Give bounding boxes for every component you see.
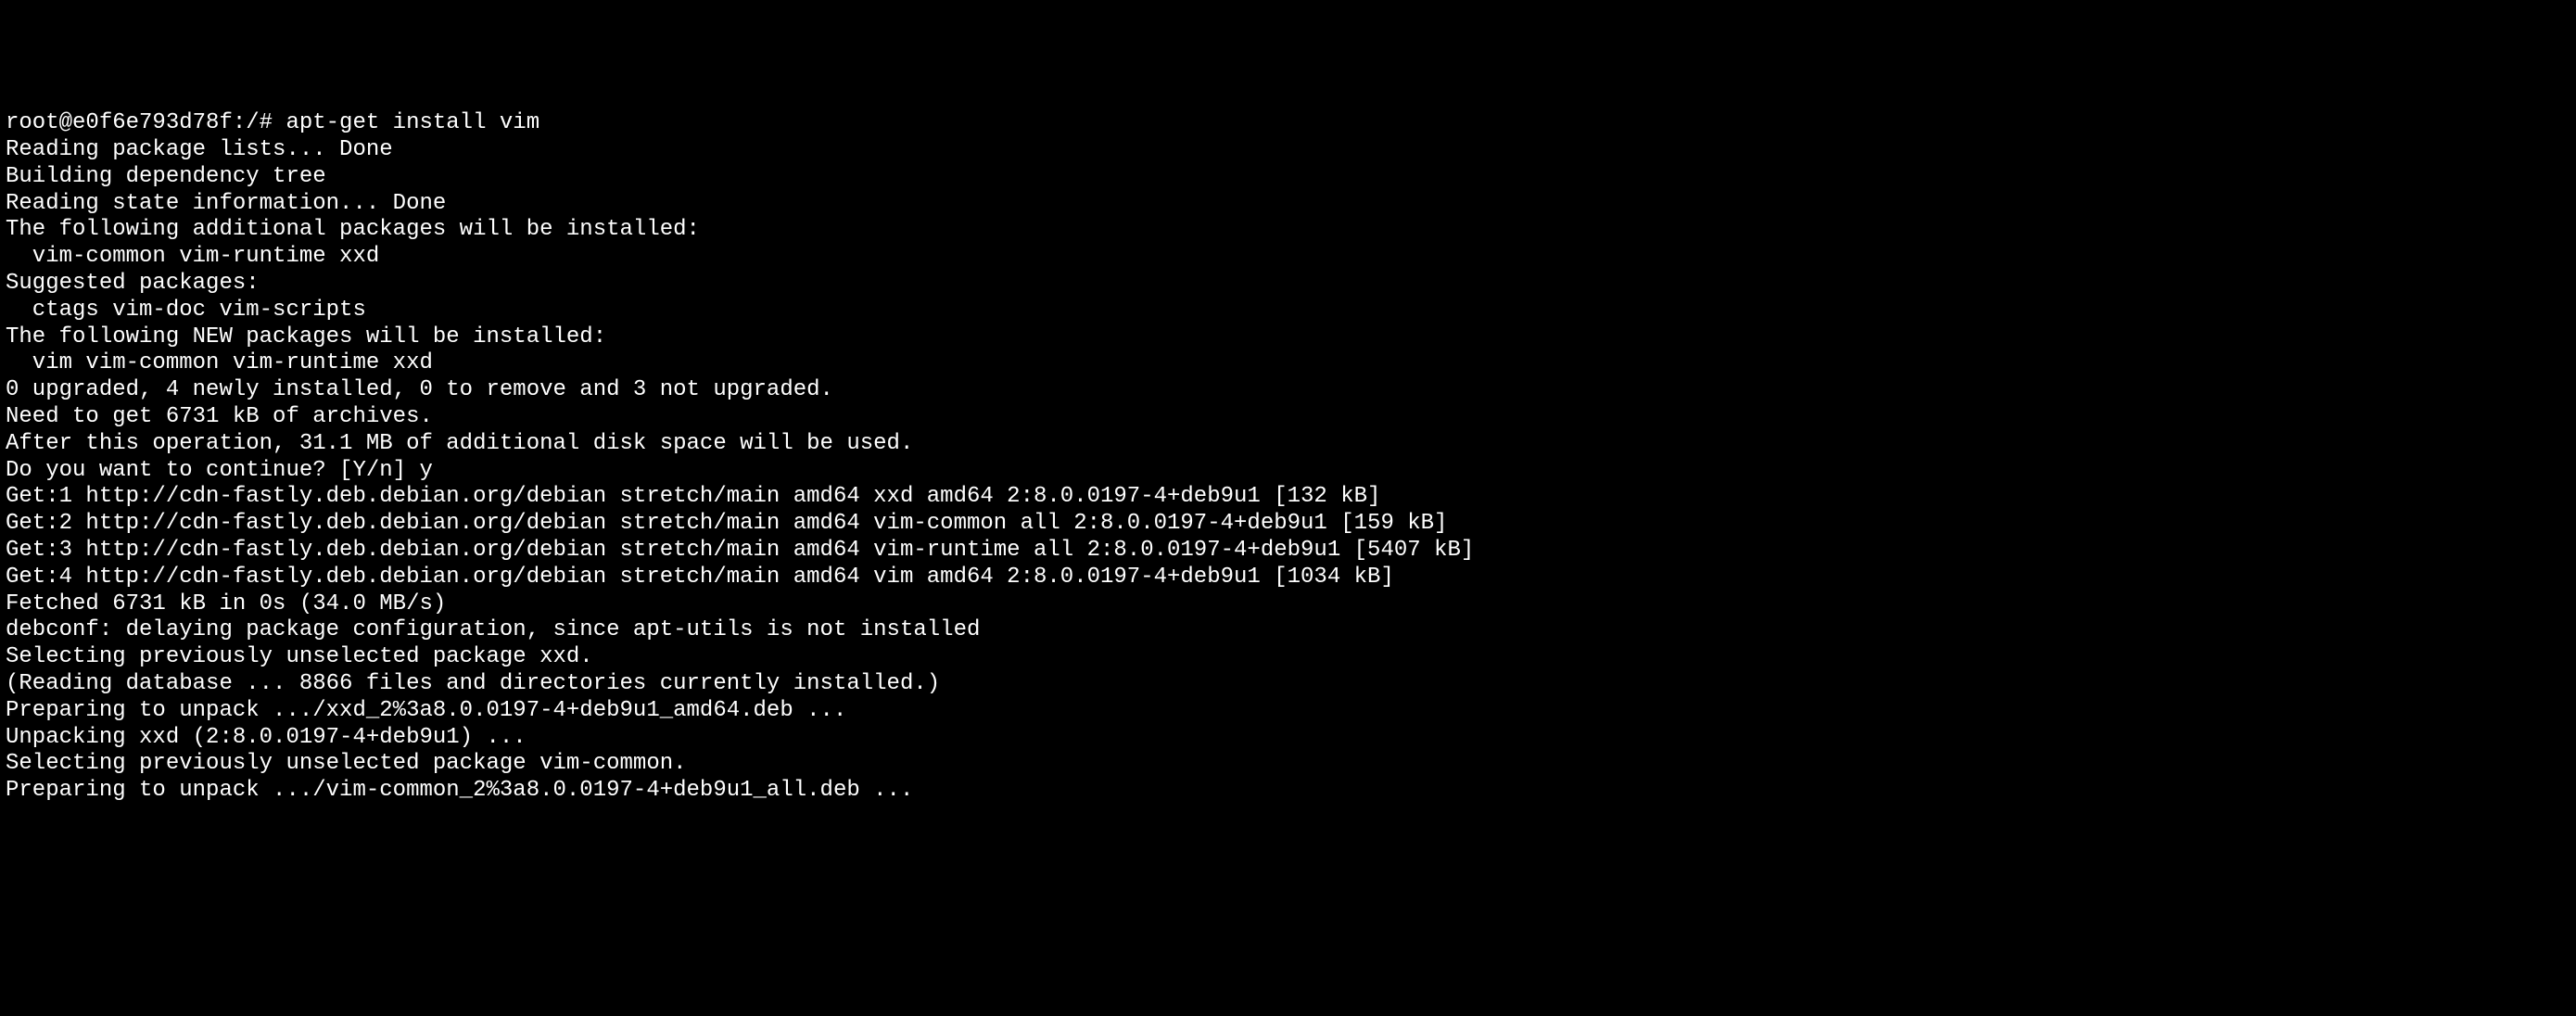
terminal-line: Suggested packages: (6, 271, 2570, 298)
terminal-line: 0 upgraded, 4 newly installed, 0 to remo… (6, 377, 2570, 404)
terminal-line: Do you want to continue? [Y/n] y (6, 458, 2570, 485)
terminal-line: Get:3 http://cdn-fastly.deb.debian.org/d… (6, 538, 2570, 565)
terminal-window[interactable]: root@e0f6e793d78f:/# apt-get install vim… (6, 110, 2570, 805)
terminal-line: Selecting previously unselected package … (6, 751, 2570, 778)
terminal-line: The following additional packages will b… (6, 217, 2570, 244)
terminal-line: Get:4 http://cdn-fastly.deb.debian.org/d… (6, 565, 2570, 591)
terminal-line: The following NEW packages will be insta… (6, 324, 2570, 351)
terminal-line: (Reading database ... 8866 files and dir… (6, 671, 2570, 698)
terminal-line: Reading state information... Done (6, 191, 2570, 218)
terminal-line: Fetched 6731 kB in 0s (34.0 MB/s) (6, 591, 2570, 618)
terminal-line: vim vim-common vim-runtime xxd (6, 350, 2570, 377)
terminal-line: Unpacking xxd (2:8.0.0197-4+deb9u1) ... (6, 725, 2570, 752)
terminal-line: debconf: delaying package configuration,… (6, 617, 2570, 644)
terminal-line: Get:2 http://cdn-fastly.deb.debian.org/d… (6, 511, 2570, 538)
terminal-line: Building dependency tree (6, 164, 2570, 191)
terminal-line: Selecting previously unselected package … (6, 644, 2570, 671)
terminal-line: root@e0f6e793d78f:/# apt-get install vim (6, 110, 2570, 137)
terminal-line: Preparing to unpack .../xxd_2%3a8.0.0197… (6, 698, 2570, 725)
terminal-line: Get:1 http://cdn-fastly.deb.debian.org/d… (6, 484, 2570, 511)
terminal-line: Need to get 6731 kB of archives. (6, 404, 2570, 431)
terminal-line: Reading package lists... Done (6, 137, 2570, 164)
terminal-line: ctags vim-doc vim-scripts (6, 298, 2570, 324)
terminal-line: Preparing to unpack .../vim-common_2%3a8… (6, 778, 2570, 805)
terminal-line: vim-common vim-runtime xxd (6, 244, 2570, 271)
terminal-line: After this operation, 31.1 MB of additio… (6, 431, 2570, 458)
